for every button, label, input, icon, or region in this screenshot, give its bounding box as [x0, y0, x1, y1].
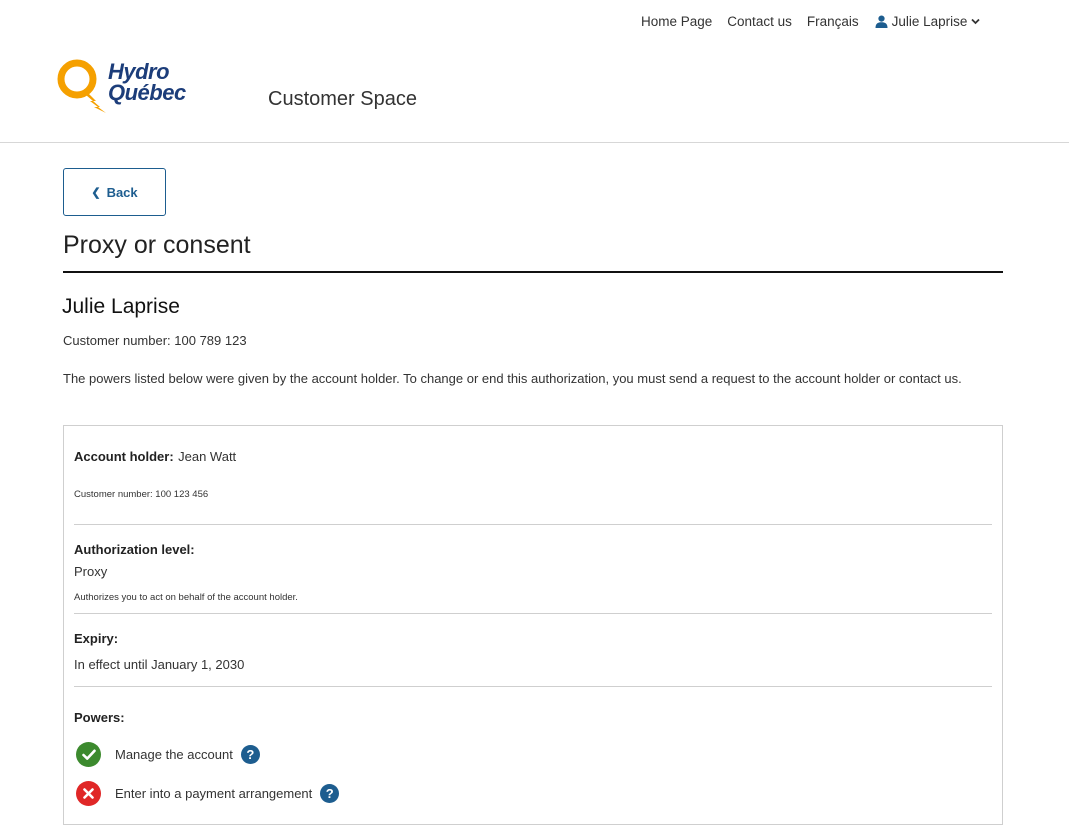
chevron-left-icon: ❮ [91, 186, 101, 199]
authorization-level-value: Proxy [74, 564, 108, 579]
check-icon [76, 742, 101, 767]
card-divider [74, 686, 992, 687]
help-icon[interactable]: ? [320, 784, 340, 803]
top-navigation: Home Page Contact us Français Julie Lapr… [641, 11, 984, 31]
authorization-card: Account holder: Jean Watt Customer numbe… [63, 425, 1003, 825]
card-divider [74, 613, 992, 614]
hydro-quebec-logo[interactable]: Hydro Québec [56, 57, 226, 115]
card-divider [74, 524, 992, 525]
x-icon [76, 781, 101, 806]
authorization-level-description: Authorizes you to act on behalf of the a… [74, 592, 298, 603]
title-divider [63, 271, 1003, 273]
chevron-down-icon [971, 18, 981, 24]
help-icon[interactable]: ? [240, 745, 260, 764]
power-label: Manage the account [115, 747, 233, 762]
customer-number: Customer number: 100 789 123 [63, 333, 247, 348]
section-title: Customer Space [268, 88, 417, 110]
user-menu[interactable]: Julie Laprise [875, 14, 985, 29]
power-item: Manage the account ? [76, 742, 260, 767]
power-item: Enter into a payment arrangement ? [76, 781, 340, 806]
intro-text: The powers listed below were given by th… [63, 371, 962, 386]
powers-label: Powers: [74, 710, 125, 725]
user-name: Julie Laprise [891, 13, 968, 29]
power-label: Enter into a payment arrangement [115, 786, 313, 801]
holder-name: Julie Laprise [62, 295, 180, 318]
contact-us-link[interactable]: Contact us [727, 14, 792, 29]
back-button-label: Back [106, 184, 138, 200]
user-icon [875, 15, 888, 28]
language-toggle-link[interactable]: Français [807, 14, 859, 29]
logo-q-mark-icon [57, 59, 106, 113]
logo-text-quebec: Québec [108, 80, 186, 105]
page-title: Proxy or consent [63, 231, 251, 259]
authorization-level-label: Authorization level: [74, 542, 195, 557]
account-customer-number: Customer number: 100 123 456 [74, 489, 209, 500]
account-holder-label: Account holder: [74, 449, 174, 464]
account-holder-value: Jean Watt [178, 449, 237, 464]
account-holder-row: Account holder: Jean Watt [74, 448, 992, 466]
back-button[interactable]: ❮ Back [63, 168, 166, 216]
home-page-link[interactable]: Home Page [641, 14, 712, 29]
expiry-label: Expiry: [74, 631, 119, 646]
expiry-value: In effect until January 1, 2030 [74, 657, 245, 672]
